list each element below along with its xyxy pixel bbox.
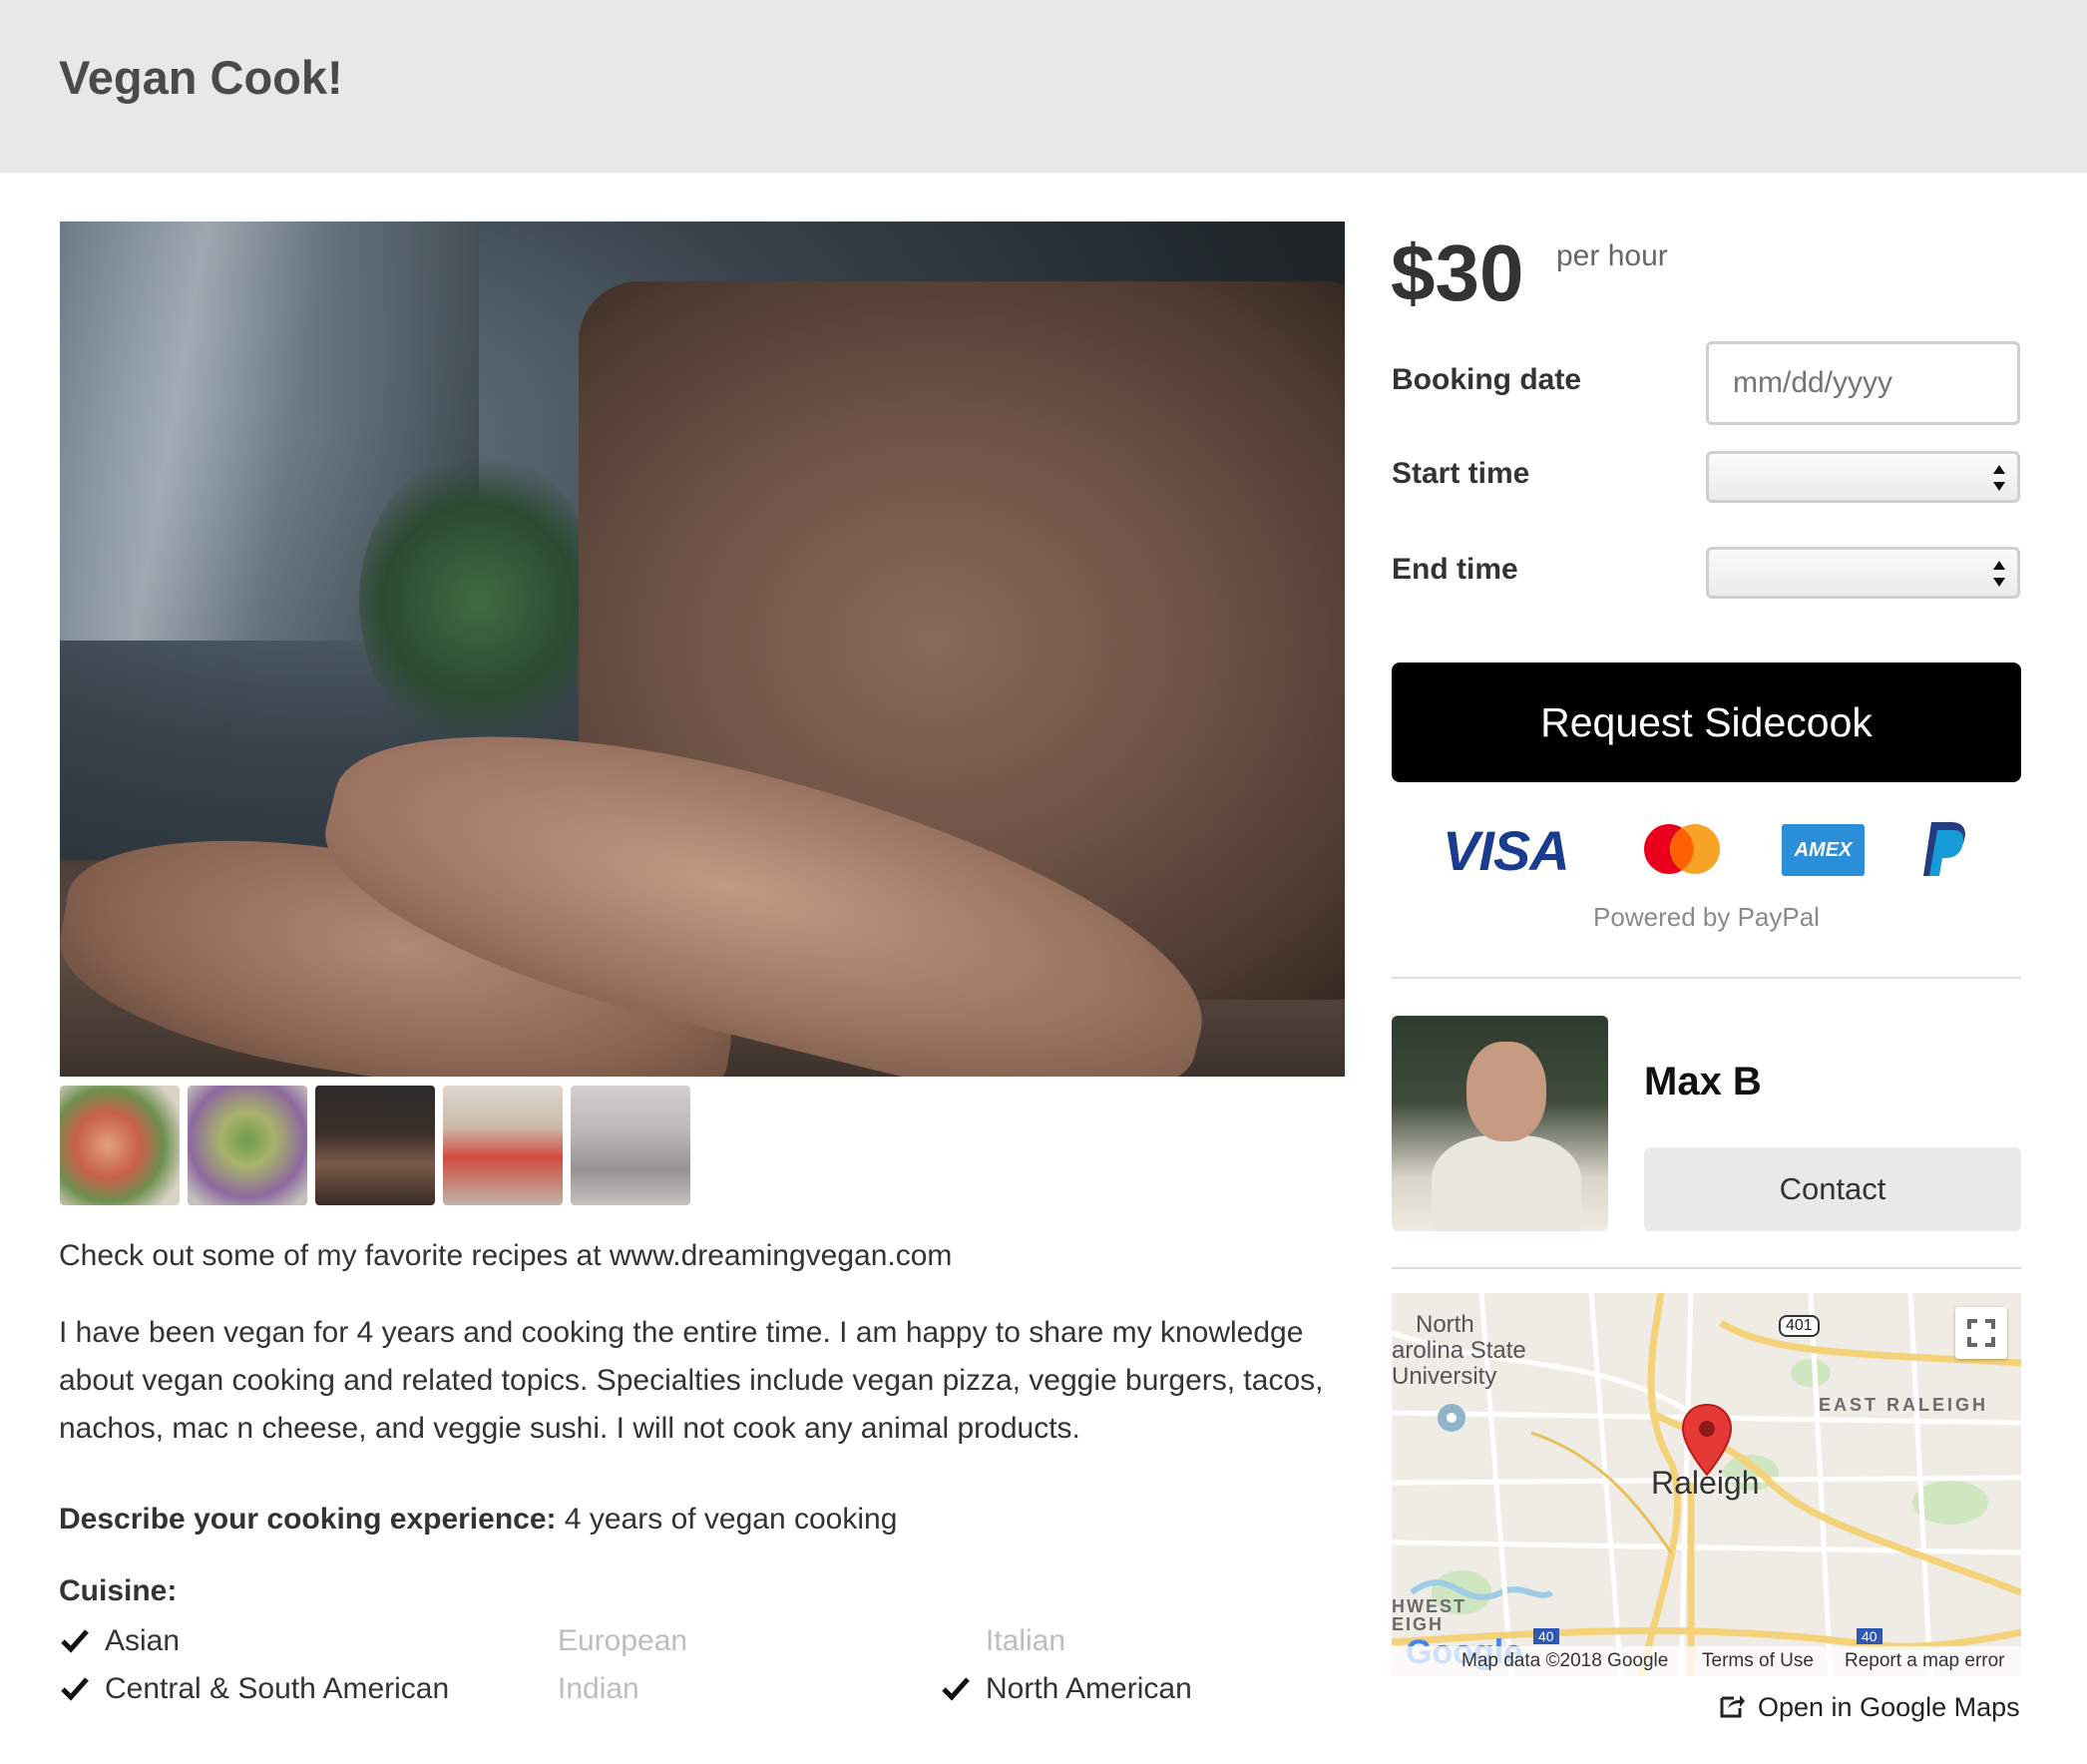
host-name: Max B bbox=[1644, 1060, 1762, 1103]
start-time-select[interactable] bbox=[1706, 451, 2020, 503]
site-brand[interactable]: Vegan Cook! bbox=[59, 50, 343, 105]
map-label-east-raleigh: EAST RALEIGH bbox=[1819, 1395, 1989, 1415]
map-pin-icon[interactable] bbox=[1681, 1403, 1733, 1477]
fullscreen-icon bbox=[1967, 1319, 1995, 1347]
price: $30 bbox=[1391, 228, 1524, 317]
cuisine-european: European bbox=[558, 1624, 688, 1657]
amex-icon: AMEX bbox=[1782, 824, 1865, 876]
hero-photo bbox=[60, 221, 1345, 1077]
cuisine-asian: Asian bbox=[105, 1624, 181, 1657]
cuisine-north-american: North American bbox=[986, 1672, 1192, 1705]
top-bar: Vegan Cook! bbox=[0, 0, 2087, 173]
experience-label: Describe your cooking experience: bbox=[59, 1503, 557, 1536]
map-data-credit: Map data ©2018 Google bbox=[1461, 1650, 1669, 1671]
divider bbox=[1392, 1267, 2021, 1269]
check-icon bbox=[61, 1629, 89, 1653]
visa-icon: VISA bbox=[1443, 819, 1570, 882]
avatar-face bbox=[1466, 1042, 1546, 1141]
map-label-southwest: EIGH bbox=[1392, 1614, 1445, 1634]
interstate-40-shield: 40 bbox=[1857, 1628, 1882, 1644]
divider bbox=[1392, 977, 2021, 979]
price-unit: per hour bbox=[1556, 239, 1668, 272]
thumbnail-strip bbox=[60, 1086, 690, 1205]
recipes-link-text: Check out some of my favorite recipes at… bbox=[59, 1239, 953, 1272]
map-label-ncsu: arolina State bbox=[1392, 1337, 1526, 1364]
map-label-ncsu: University bbox=[1392, 1363, 1497, 1390]
start-time-label: Start time bbox=[1392, 457, 1530, 490]
map-footer: Map data ©2018 Google Terms of Use Repor… bbox=[1392, 1646, 2021, 1676]
report-map-error-link[interactable]: Report a map error bbox=[1845, 1650, 2005, 1672]
cuisine-heading: Cuisine: bbox=[59, 1574, 178, 1607]
about-text: I have been vegan for 4 years and cookin… bbox=[59, 1316, 1324, 1445]
booking-date-label: Booking date bbox=[1392, 363, 1582, 396]
request-sidecook-button[interactable]: Request Sidecook bbox=[1392, 662, 2021, 782]
end-time-label: End time bbox=[1392, 553, 1518, 586]
experience-line: Describe your cooking experience: 4 year… bbox=[59, 1503, 897, 1537]
external-link-icon bbox=[1720, 1695, 1745, 1718]
cuisine-indian: Indian bbox=[558, 1672, 639, 1705]
avatar-shirt bbox=[1432, 1135, 1581, 1231]
cuisine-central-south-american: Central & South American bbox=[105, 1672, 450, 1705]
photo-plant bbox=[359, 451, 599, 750]
booking-date-input[interactable] bbox=[1706, 341, 2020, 425]
thumbnail-cook-portrait[interactable] bbox=[443, 1086, 563, 1205]
host-avatar bbox=[1392, 1016, 1608, 1231]
terms-of-use-link[interactable]: Terms of Use bbox=[1702, 1650, 1814, 1672]
select-arrows-icon bbox=[1993, 561, 2005, 587]
experience-value: 4 years of vegan cooking bbox=[556, 1503, 898, 1536]
thumbnail-bread[interactable] bbox=[315, 1086, 435, 1205]
paypal-icon bbox=[1923, 822, 1965, 876]
thumbnail-kitchen[interactable] bbox=[571, 1086, 690, 1205]
powered-by-paypal: Powered by PayPal bbox=[1593, 902, 1820, 932]
open-in-google-maps-link[interactable]: Open in Google Maps bbox=[1758, 1692, 2020, 1723]
contact-button[interactable]: Contact bbox=[1644, 1147, 2021, 1231]
thumbnail-salad[interactable] bbox=[188, 1086, 307, 1205]
thumbnail-pizza[interactable] bbox=[60, 1086, 180, 1205]
map-label-ncsu: North bbox=[1416, 1311, 1474, 1338]
mastercard-icon bbox=[1644, 824, 1720, 874]
check-icon bbox=[61, 1677, 89, 1701]
end-time-select[interactable] bbox=[1706, 547, 2020, 599]
check-icon bbox=[942, 1677, 970, 1701]
interstate-40-shield: 40 bbox=[1533, 1628, 1559, 1644]
select-arrows-icon bbox=[1993, 465, 2005, 491]
cuisine-italian: Italian bbox=[986, 1624, 1066, 1657]
location-map[interactable]: North arolina State University EAST RALE… bbox=[1392, 1293, 2021, 1676]
fullscreen-button[interactable] bbox=[1955, 1307, 2007, 1359]
route-401-shield: 401 bbox=[1779, 1315, 1820, 1337]
